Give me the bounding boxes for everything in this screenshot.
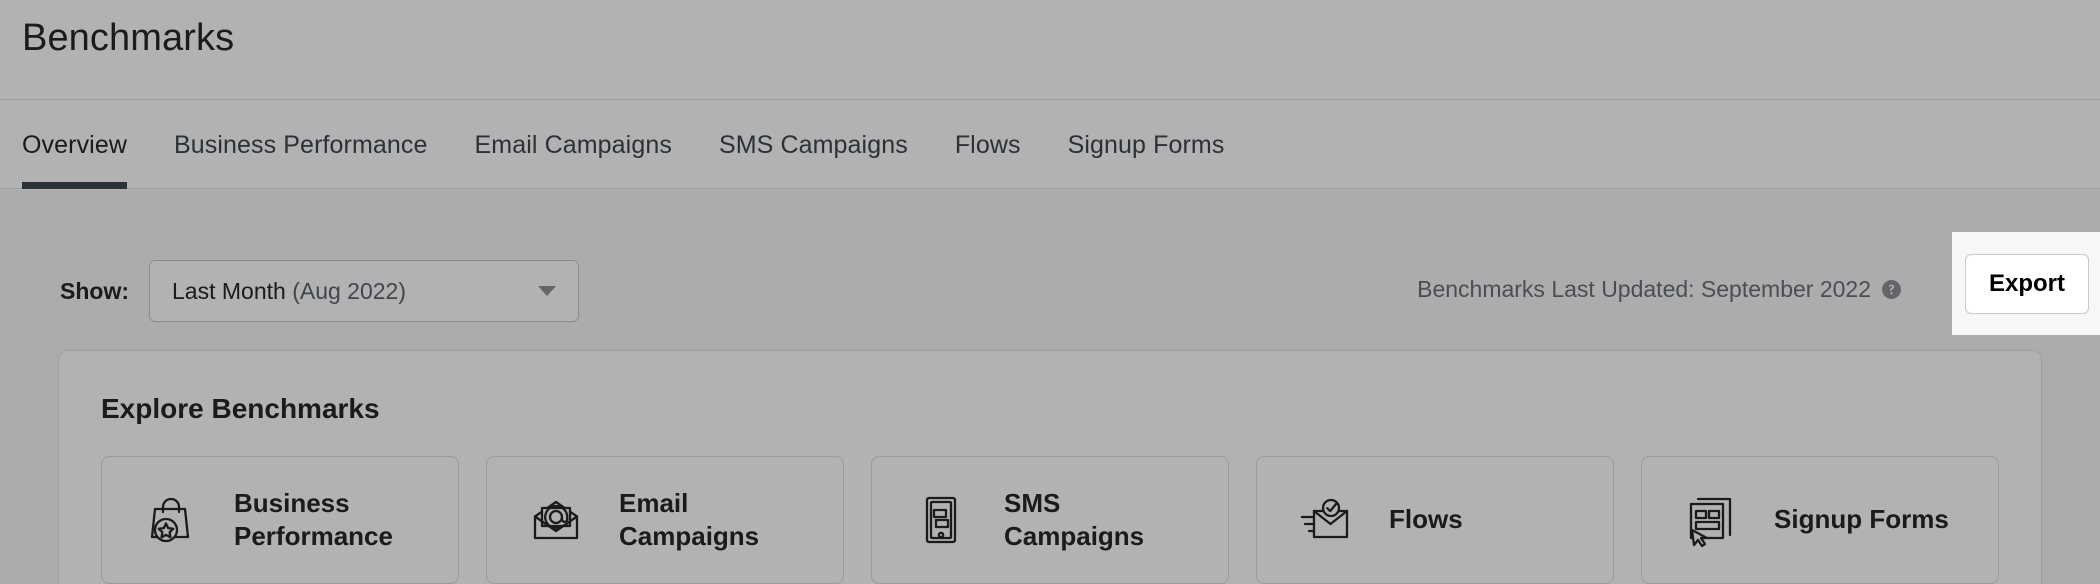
date-range-primary: Last Month bbox=[172, 277, 286, 304]
envelope-check-flow-icon bbox=[1295, 489, 1357, 551]
tile-label-line2: Performance bbox=[234, 521, 393, 551]
tab-flows[interactable]: Flows bbox=[955, 101, 1021, 189]
export-spotlight: Export bbox=[1952, 232, 2100, 335]
tile-label-line1: Email bbox=[619, 487, 689, 518]
tab-email-campaigns[interactable]: Email Campaigns bbox=[475, 101, 672, 189]
export-button[interactable]: Export bbox=[1965, 254, 2089, 314]
benchmarks-page: Benchmarks Overview Business Performance… bbox=[0, 0, 2100, 584]
page-content: Show: Last Month (Aug 2022) Benchmarks L… bbox=[0, 190, 2100, 584]
benchmark-tile-label: Business Performance bbox=[234, 487, 393, 554]
tile-label-line1: Business bbox=[234, 487, 350, 518]
last-updated-text: Benchmarks Last Updated: September 2022 bbox=[1417, 276, 1871, 302]
benchmark-tiles: Business Performance Email Campaigns SMS… bbox=[101, 456, 1999, 584]
tab-label: Overview bbox=[22, 130, 127, 159]
show-filter-group: Show: Last Month (Aug 2022) bbox=[60, 260, 579, 322]
explore-benchmarks-title: Explore Benchmarks bbox=[101, 393, 380, 424]
explore-benchmarks-card: Explore Benchmarks Business Performance … bbox=[58, 350, 2042, 584]
benchmark-tile-sms-campaigns[interactable]: SMS Campaigns bbox=[871, 456, 1229, 584]
benchmark-tile-label: Email Campaigns bbox=[619, 487, 759, 554]
benchmark-tile-business-performance[interactable]: Business Performance bbox=[101, 456, 459, 584]
tab-bar: Overview Business Performance Email Camp… bbox=[0, 101, 2100, 189]
form-cursor-icon bbox=[1680, 489, 1742, 551]
tile-label-line2: Campaigns bbox=[1004, 521, 1145, 551]
tab-label: Signup Forms bbox=[1067, 130, 1225, 159]
tab-label: SMS Campaigns bbox=[718, 130, 908, 159]
shopping-bag-star-icon bbox=[140, 489, 202, 551]
benchmark-tile-label: SMS Campaigns bbox=[1004, 487, 1144, 554]
tab-label: Business Performance bbox=[174, 130, 428, 159]
tab-sms-campaigns[interactable]: SMS Campaigns bbox=[719, 101, 908, 189]
tile-label-line1: Signup Forms bbox=[1774, 504, 1949, 535]
date-range-select-value: Last Month (Aug 2022) bbox=[150, 278, 406, 305]
last-updated-group: Benchmarks Last Updated: September 2022 bbox=[1417, 276, 1902, 303]
date-range-select[interactable]: Last Month (Aug 2022) bbox=[149, 260, 579, 322]
benchmark-tile-label: Signup Forms bbox=[1774, 503, 1949, 536]
envelope-at-icon bbox=[525, 489, 587, 551]
tile-label-line1: SMS bbox=[1004, 487, 1061, 518]
tile-label-line2: Campaigns bbox=[619, 521, 760, 551]
show-label: Show: bbox=[60, 277, 129, 304]
tab-label: Email Campaigns bbox=[474, 130, 672, 159]
controls-row: Show: Last Month (Aug 2022) Benchmarks L… bbox=[0, 190, 2100, 340]
tab-signup-forms[interactable]: Signup Forms bbox=[1068, 101, 1225, 189]
tab-overview[interactable]: Overview bbox=[22, 101, 127, 189]
date-range-detail: (Aug 2022) bbox=[292, 277, 406, 304]
tile-label-line1: Flows bbox=[1389, 504, 1463, 535]
benchmark-tile-signup-forms[interactable]: Signup Forms bbox=[1641, 456, 1999, 584]
chevron-down-icon bbox=[538, 286, 556, 296]
tab-business-performance[interactable]: Business Performance bbox=[174, 101, 428, 189]
tab-label: Flows bbox=[954, 130, 1021, 159]
phone-message-icon bbox=[910, 489, 972, 551]
page-title: Benchmarks bbox=[22, 17, 235, 59]
help-circle-icon[interactable] bbox=[1881, 279, 1902, 300]
benchmark-tile-email-campaigns[interactable]: Email Campaigns bbox=[486, 456, 844, 584]
benchmark-tile-label: Flows bbox=[1389, 503, 1463, 536]
benchmark-tile-flows[interactable]: Flows bbox=[1256, 456, 1614, 584]
page-header: Benchmarks bbox=[0, 0, 2100, 100]
